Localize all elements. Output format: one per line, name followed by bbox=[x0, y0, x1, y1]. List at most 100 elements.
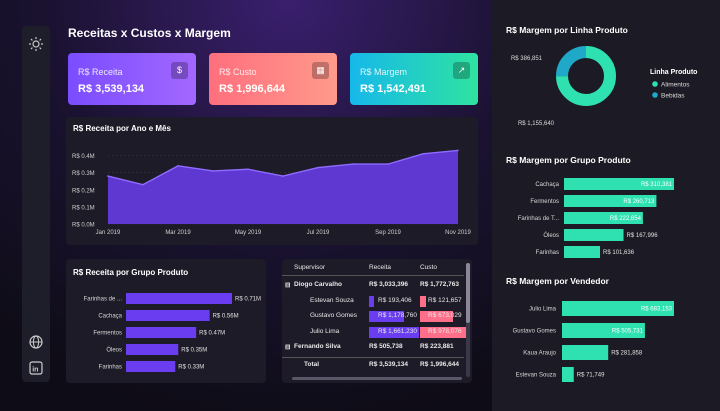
category-label: Julio Lima bbox=[529, 307, 557, 313]
bar bbox=[564, 246, 601, 258]
custo-value: R$ 978,076 bbox=[428, 327, 462, 335]
bar bbox=[126, 344, 179, 355]
data-point bbox=[387, 163, 389, 165]
custo-value: R$ 121,657 bbox=[428, 296, 462, 304]
data-label: R$ 0.33M bbox=[178, 365, 204, 371]
data-label: R$ 310,381 bbox=[641, 182, 673, 188]
bar bbox=[562, 345, 609, 360]
x-tick-label: Sep 2019 bbox=[375, 230, 401, 236]
category-label: Farinhas de ... bbox=[84, 297, 123, 303]
header-custo[interactable]: Custo bbox=[420, 264, 437, 271]
category-label: Kaua Araujo bbox=[523, 351, 556, 357]
custo-value: R$ 1,772,763 bbox=[420, 281, 460, 288]
supervisor-name: Julio Lima bbox=[310, 327, 340, 335]
bar bbox=[126, 327, 197, 338]
data-point bbox=[352, 163, 354, 165]
calculator-icon: ▦ bbox=[312, 62, 329, 79]
header-supervisor[interactable]: Supervisor bbox=[294, 264, 325, 271]
kpi-margem-card: R$ Margem R$ 1,542,491 ↗ bbox=[350, 53, 478, 105]
table-row[interactable]: ⊟ Fernando Silva R$ 505,738 R$ 223,881 bbox=[282, 340, 464, 355]
data-label: R$ 281,858 bbox=[611, 351, 643, 357]
receita-value: R$ 3,033,396 bbox=[369, 281, 409, 288]
supervisor-name: Gustavo Gomes bbox=[310, 312, 357, 319]
donut-chart: R$ 386,851 R$ 1,155,640 Linha Produto Alime… bbox=[511, 46, 697, 127]
data-label: R$ 683,153 bbox=[641, 307, 673, 313]
legend-marker bbox=[652, 92, 658, 98]
data-label: R$ 0.47M bbox=[199, 331, 225, 337]
data-label: R$ 0.56M bbox=[213, 314, 239, 320]
y-tick-label: R$ 0.1M bbox=[72, 205, 95, 211]
kpi-label: R$ Margem bbox=[360, 67, 408, 77]
kpi-label: R$ Receita bbox=[78, 67, 123, 77]
header-receita[interactable]: Receita bbox=[369, 264, 391, 271]
category-label: Fermentos bbox=[93, 331, 122, 337]
trend-icon: ↗ bbox=[453, 62, 470, 79]
data-point bbox=[457, 149, 459, 152]
margem-vendedor-chart: Julio Lima R$ 683,153 Gustavo Gomes R$ 505,… bbox=[513, 301, 674, 382]
table-total-row: Total R$ 3,539,134 R$ 1,996,644 bbox=[282, 357, 464, 372]
category-label: Cachaça bbox=[535, 182, 559, 188]
data-label: R$ 71,749 bbox=[577, 373, 605, 379]
x-tick-label: Mar 2019 bbox=[165, 230, 191, 236]
category-label: Cachaça bbox=[98, 314, 122, 320]
receita-value: R$ 1,178,760 bbox=[378, 312, 418, 319]
y-tick-label: R$ 0.4M bbox=[72, 154, 95, 160]
kpi-label: R$ Custo bbox=[219, 67, 257, 77]
horizontal-scrollbar[interactable] bbox=[292, 377, 462, 380]
custo-value: R$ 223,881 bbox=[420, 343, 454, 350]
slice-label: R$ 1,155,640 bbox=[518, 121, 555, 127]
grupo-card-title: R$ Margem por Grupo Produto bbox=[506, 155, 631, 165]
svg-text:in: in bbox=[32, 367, 38, 374]
receita-grupo-card: R$ Receita por Grupo Produto Farinhas de… bbox=[66, 259, 266, 383]
y-tick-label: R$ 0.0M bbox=[72, 223, 95, 229]
table-header: Supervisor Receita Custo bbox=[282, 261, 464, 276]
data-point bbox=[247, 168, 249, 171]
expand-toggle-icon[interactable]: ⊟ bbox=[285, 343, 290, 351]
receita-value: R$ 1,661,230 bbox=[378, 327, 418, 335]
custo-databar bbox=[420, 295, 427, 307]
data-point bbox=[317, 166, 319, 169]
legend-marker bbox=[652, 81, 658, 87]
supervisor-name: Fernando Silva bbox=[294, 343, 341, 350]
bar bbox=[126, 361, 176, 372]
data-label: R$ 222,654 bbox=[610, 216, 642, 222]
receita-databar bbox=[369, 295, 375, 307]
category-label: Óleos bbox=[543, 232, 559, 239]
expand-toggle-icon[interactable]: ⊟ bbox=[285, 281, 290, 289]
margem-grupo-chart: Cachaça R$ 310,381 Fermentos R$ 260,713 Fari… bbox=[518, 178, 674, 258]
page-title: Receitas x Custos x Margem bbox=[68, 26, 231, 40]
kpi-custo-card: R$ Custo R$ 1,996,644 ▦ bbox=[209, 53, 337, 105]
vertical-scrollbar[interactable] bbox=[466, 263, 470, 377]
area-chart: R$ 0.0M R$ 0.1M R$ 0.2M R$ 0.3M R$ 0.4M Jan 2… bbox=[72, 149, 472, 236]
custo-value: R$ 673,029 bbox=[428, 312, 462, 319]
category-label: Gustavo Gomes bbox=[513, 329, 556, 335]
total-custo: R$ 1,996,644 bbox=[420, 361, 460, 368]
kpi-value: R$ 1,996,644 bbox=[219, 83, 286, 95]
supervisor-name: Estevan Souza bbox=[310, 296, 354, 304]
x-tick-label: Jan 2019 bbox=[96, 230, 121, 236]
receita-value: R$ 505,738 bbox=[369, 343, 403, 350]
table-row[interactable]: Gustavo Gomes R$ 1,178,760 R$ 673,029 bbox=[282, 309, 464, 324]
x-tick-label: May 2019 bbox=[235, 230, 262, 236]
x-tick-label: Jul 2019 bbox=[307, 230, 330, 236]
globe-icon[interactable] bbox=[28, 334, 44, 350]
legend-item: Bebidas bbox=[661, 93, 685, 100]
linkedin-icon[interactable]: in bbox=[28, 360, 44, 376]
data-point bbox=[212, 170, 214, 172]
table-row[interactable]: Julio Lima R$ 1,661,230 R$ 978,076 bbox=[282, 325, 468, 340]
data-point bbox=[142, 183, 144, 186]
sidebar: in bbox=[22, 26, 50, 382]
data-point bbox=[177, 165, 179, 167]
table-row[interactable]: Estevan Souza R$ 193,406 R$ 121,657 bbox=[282, 294, 464, 309]
data-point bbox=[282, 175, 284, 177]
bar bbox=[562, 367, 574, 382]
sun-icon[interactable] bbox=[28, 36, 44, 52]
bar bbox=[564, 229, 624, 241]
receita-grupo-chart: Farinhas de ... R$ 0.71M Cachaça R$ 0.56M Fe… bbox=[84, 293, 261, 372]
data-label: R$ 0.71M bbox=[235, 297, 261, 303]
table-row[interactable]: ⊟ Diogo Carvalho R$ 3,033,396 R$ 1,772,763 bbox=[282, 278, 464, 293]
supervisor-name: Diogo Carvalho bbox=[294, 281, 343, 288]
data-label: R$ 167,996 bbox=[627, 233, 659, 239]
category-label: Farinhas bbox=[99, 365, 122, 371]
data-label: R$ 0.35M bbox=[181, 348, 207, 354]
